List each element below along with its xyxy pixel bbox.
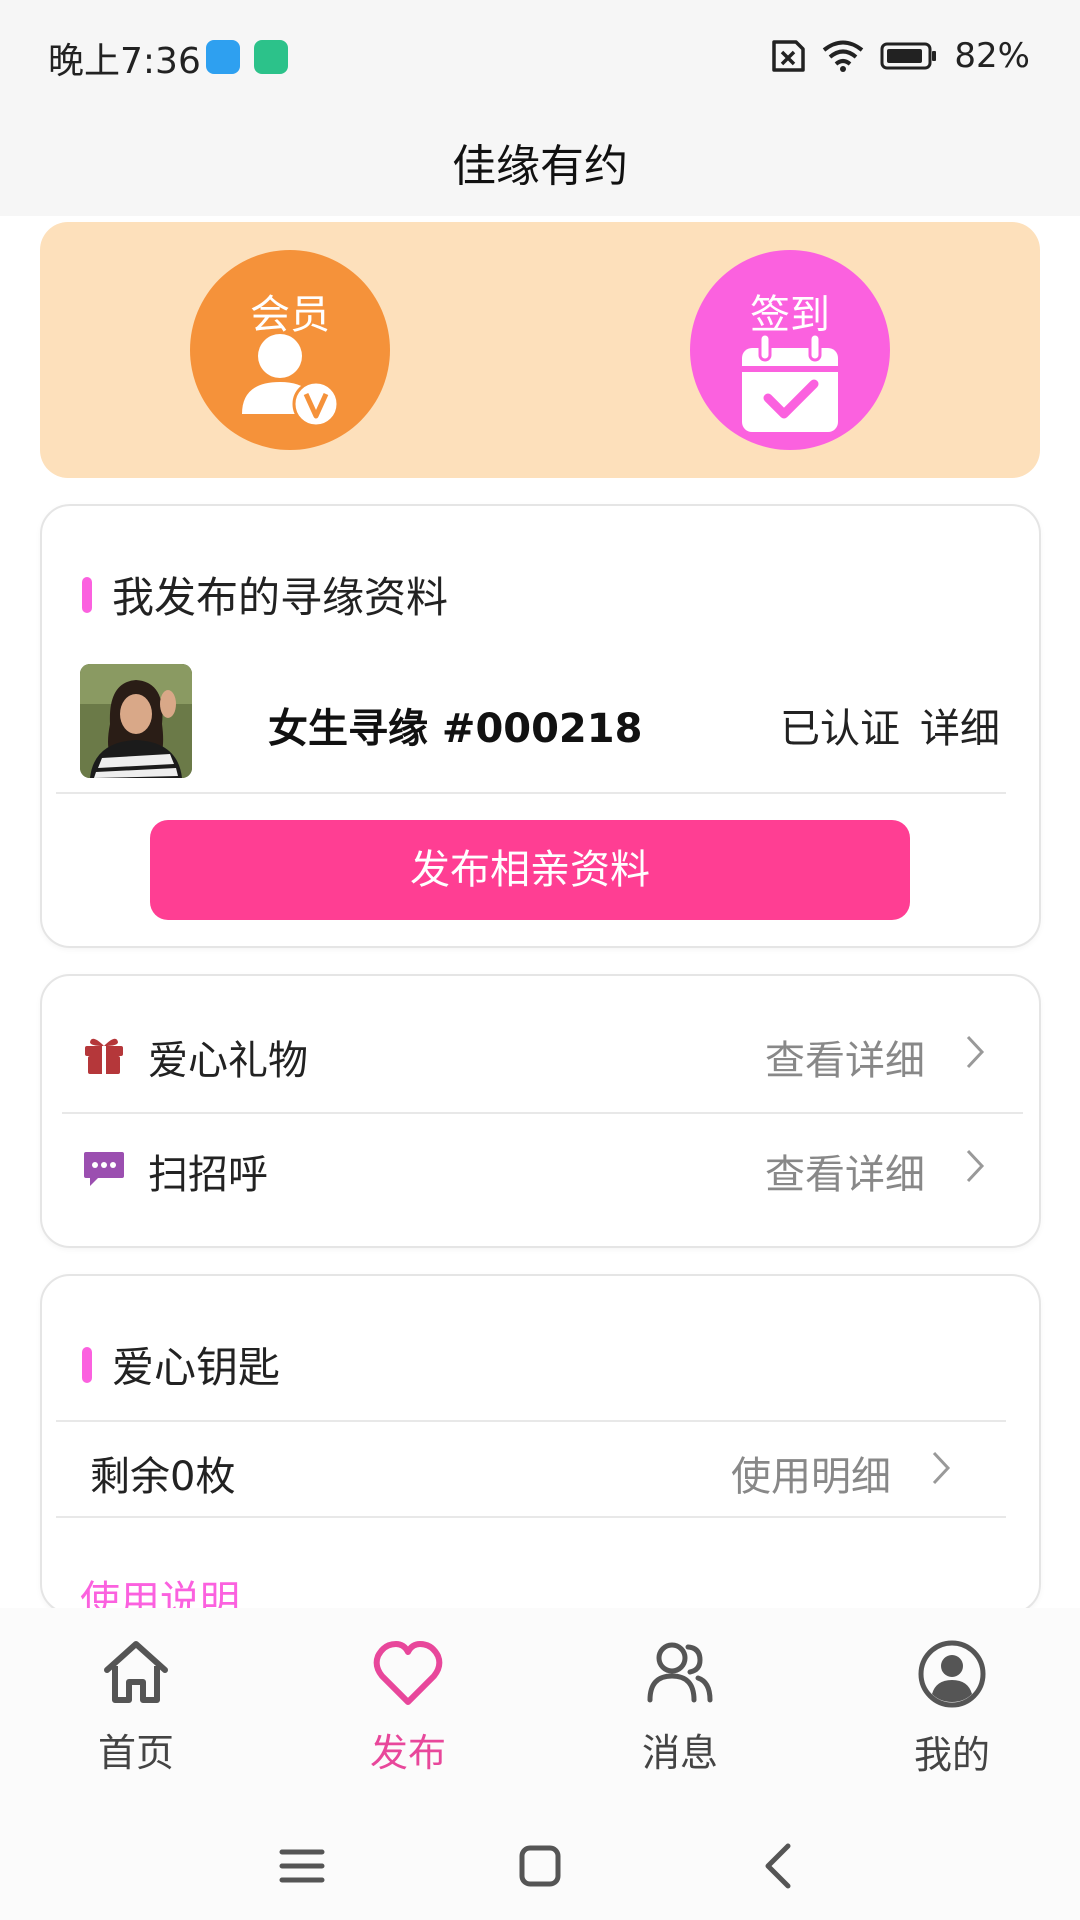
my-profiles-card: 我发布的寻缘资料 女生寻缘 #000218 已认证 详细 发布相亲资料	[40, 504, 1041, 948]
battery-icon	[880, 42, 937, 70]
notification-shield-icon	[254, 40, 288, 74]
notification-app-icon	[206, 40, 240, 74]
publish-profile-button[interactable]: 发布相亲资料	[150, 820, 910, 920]
title-bar: 佳缘有约	[0, 108, 1080, 216]
detail-link[interactable]: 详细	[920, 696, 1000, 754]
section-header: 我发布的寻缘资料	[82, 564, 448, 625]
nav-label: 发布	[369, 1731, 446, 1775]
view-details-link[interactable]: 查看详细	[765, 1028, 925, 1086]
vip-user-icon	[242, 334, 340, 428]
divider	[56, 792, 1006, 794]
profile-icon	[918, 1640, 986, 1708]
chat-bubble-icon	[84, 1152, 124, 1186]
profile-avatar	[80, 664, 192, 778]
section-accent-bar	[82, 576, 92, 613]
wifi-icon	[823, 40, 864, 72]
love-key-card: 爱心钥匙 剩余0枚 使用明细 使用说明	[40, 1274, 1041, 1614]
section-header: 爱心钥匙	[82, 1334, 280, 1395]
nav-item-mine[interactable]: 我的	[862, 1638, 1042, 1779]
nav-item-publish[interactable]: 发布	[318, 1638, 498, 1777]
home-icon	[104, 1641, 168, 1703]
section-title: 爱心钥匙	[112, 1343, 281, 1392]
actions-card: 爱心礼物 查看详细 扫招呼 查看详细	[40, 974, 1041, 1248]
nav-label: 首页	[97, 1731, 174, 1775]
bottom-nav: 首页 发布 消息 我的	[0, 1608, 1080, 1808]
nav-item-messages[interactable]: 消息	[590, 1638, 770, 1777]
page-title: 佳缘有约	[452, 141, 628, 192]
battery-percent: 82%	[954, 36, 1030, 76]
member-button[interactable]: 会员	[190, 250, 390, 450]
view-details-link[interactable]: 查看详细	[765, 1142, 925, 1200]
key-balance-row[interactable]: 剩余0枚 使用明细	[42, 1420, 1039, 1516]
nav-item-home[interactable]: 首页	[46, 1638, 226, 1777]
avatar-photo	[80, 664, 192, 778]
menu-icon[interactable]	[272, 1836, 332, 1896]
key-remaining: 剩余0枚	[90, 1454, 236, 1500]
chevron-right-icon	[966, 1149, 985, 1183]
verified-status: 已认证	[780, 706, 900, 752]
back-icon[interactable]	[750, 1836, 810, 1896]
users-icon	[647, 1642, 713, 1703]
chevron-right-icon	[966, 1035, 985, 1069]
system-nav-bar	[0, 1808, 1080, 1920]
signin-button[interactable]: 签到	[690, 250, 890, 450]
home-square-icon[interactable]	[510, 1836, 570, 1896]
status-time: 晚上7:36	[48, 41, 201, 82]
nav-label: 我的	[913, 1733, 990, 1777]
divider	[56, 1516, 1006, 1518]
usage-details-link[interactable]: 使用明细	[731, 1444, 891, 1502]
section-accent-bar	[82, 1346, 92, 1383]
nav-label: 消息	[641, 1731, 718, 1775]
menu-item-gift[interactable]: 爱心礼物 查看详细	[42, 1000, 1043, 1108]
status-icons: 82%	[766, 36, 1030, 76]
section-title: 我发布的寻缘资料	[112, 573, 449, 622]
menu-item-greeting[interactable]: 扫招呼 查看详细	[42, 1114, 1043, 1222]
profile-row[interactable]: 女生寻缘 #000218 已认证 详细	[80, 664, 1000, 780]
feature-banner: 会员 签到	[40, 222, 1040, 478]
status-bar: 晚上7:36 82%	[0, 0, 1080, 108]
menu-label: 爱心礼物	[148, 1038, 308, 1084]
sim-off-icon	[772, 40, 806, 72]
heart-icon	[373, 1641, 443, 1705]
gift-icon	[85, 1038, 123, 1074]
chevron-right-icon	[932, 1451, 951, 1485]
menu-label: 扫招呼	[148, 1152, 268, 1198]
app-screen: 晚上7:36 82% 佳缘有约 会员 签到 我发布的寻缘资料 女生寻缘 #000…	[0, 0, 1080, 1920]
calendar-check-icon	[742, 332, 838, 432]
profile-name: 女生寻缘 #000218	[268, 706, 643, 752]
